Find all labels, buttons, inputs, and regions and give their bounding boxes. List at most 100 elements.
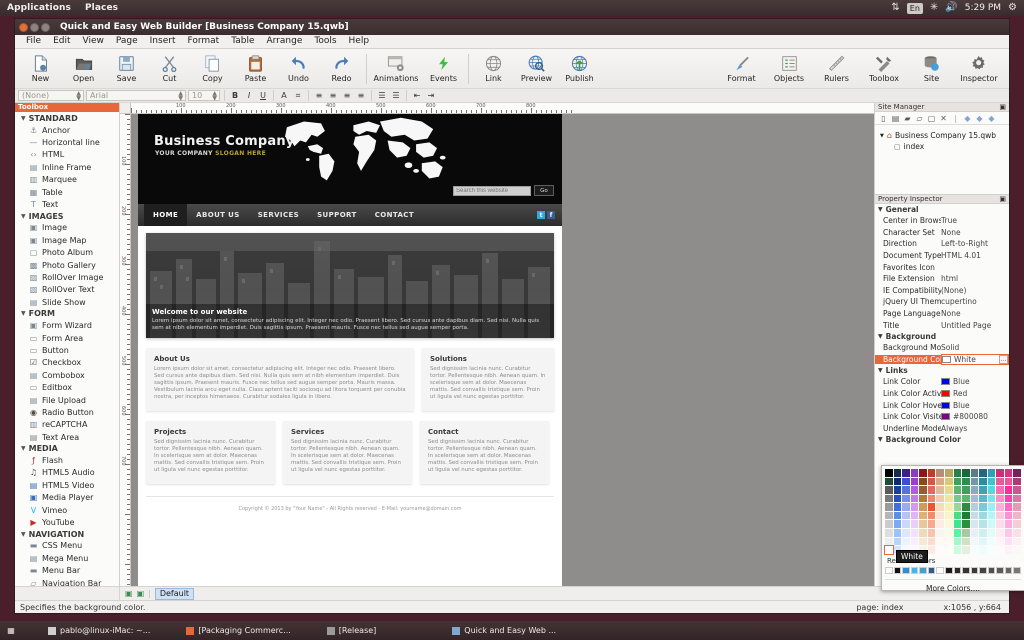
content-card-about-us[interactable]: About UsLorem ipsum dolor sit amet, cons… <box>146 348 414 411</box>
color-swatch[interactable] <box>885 503 893 511</box>
folder-icon[interactable]: ▰ <box>903 114 912 123</box>
toolbar-button-toolbox[interactable]: Toolbox <box>858 51 910 83</box>
color-swatch[interactable] <box>1005 546 1013 554</box>
color-swatch[interactable] <box>1005 512 1013 520</box>
color-swatch[interactable] <box>962 512 970 520</box>
color-swatch[interactable] <box>962 529 970 537</box>
toolbar-button-format[interactable]: Format <box>720 51 763 83</box>
toolbox-item-slide-show[interactable]: ▤Slide Show <box>15 296 119 308</box>
property-row-page-language[interactable]: Page LanguageNone <box>875 308 1009 320</box>
color-swatch[interactable] <box>954 486 962 494</box>
color-swatch[interactable] <box>1005 469 1013 477</box>
color-swatch[interactable] <box>936 503 944 511</box>
color-swatch[interactable] <box>894 512 902 520</box>
color-swatch[interactable] <box>894 538 902 546</box>
toolbox-item-anchor[interactable]: ⚓Anchor <box>15 124 119 136</box>
color-swatch[interactable] <box>945 538 953 546</box>
color-swatch[interactable] <box>988 520 996 528</box>
color-swatch[interactable] <box>1013 538 1021 546</box>
toolbar-button-new[interactable]: New <box>19 51 62 84</box>
style-select[interactable]: (None)▲▼ <box>18 90 84 101</box>
toolbar-button-site[interactable]: Site <box>910 51 953 83</box>
font-size-select[interactable]: 10▲▼ <box>188 90 220 101</box>
twitter-icon[interactable]: t <box>537 211 545 219</box>
property-value[interactable]: cupertino <box>941 297 1009 306</box>
color-swatch[interactable] <box>1005 495 1013 503</box>
taskbar-item[interactable]: [Packaging Commerc... <box>180 626 300 635</box>
color-swatch[interactable] <box>911 538 919 546</box>
add-page-icon[interactable]: ▣ <box>125 589 133 598</box>
color-swatch[interactable] <box>988 486 996 494</box>
property-value[interactable]: Red <box>941 389 1009 398</box>
toolbox-item-form-area[interactable]: ▭Form Area <box>15 332 119 344</box>
align-center-icon[interactable]: ≡ <box>327 90 339 101</box>
toolbox-item-image-map[interactable]: ▣Image Map <box>15 234 119 246</box>
property-value[interactable]: html <box>941 274 1009 283</box>
recent-color-swatch[interactable] <box>936 567 944 575</box>
color-swatch[interactable] <box>885 469 893 477</box>
recent-color-swatch[interactable] <box>885 567 893 575</box>
color-swatch[interactable] <box>988 469 996 477</box>
taskbar-item[interactable]: pablo@linux-iMac: ~... <box>42 626 160 635</box>
color-swatch[interactable] <box>962 546 970 554</box>
property-value[interactable]: Left-to-Right <box>941 239 1009 248</box>
toolbox-item-html[interactable]: ‹›HTML <box>15 149 119 161</box>
tree-child-row[interactable]: ▢ index <box>880 141 1009 152</box>
menu-item-arrange[interactable]: Arrange <box>260 35 308 48</box>
toolbar-button-animations[interactable]: Animations <box>370 51 422 84</box>
close-icon[interactable]: ▣ <box>999 195 1006 203</box>
color-swatch[interactable] <box>962 495 970 503</box>
color-swatch[interactable] <box>919 469 927 477</box>
property-value[interactable]: Blue <box>941 401 1009 410</box>
color-swatch[interactable] <box>928 520 936 528</box>
menu-item-help[interactable]: Help <box>343 35 376 48</box>
property-row-document-type[interactable]: Document TypeHTML 4.01 <box>875 250 1009 262</box>
search-go-button[interactable]: Go <box>534 185 554 196</box>
recent-color-swatch[interactable] <box>988 567 996 575</box>
content-card-contact[interactable]: ContactSed dignissim lacinia nunc. Curab… <box>420 421 549 484</box>
color-swatch[interactable] <box>971 512 979 520</box>
color-swatch[interactable] <box>971 546 979 554</box>
property-section-background-color[interactable]: ▼Background Color <box>875 434 1009 445</box>
toolbox-item-recaptcha[interactable]: ▥reCAPTCHA <box>15 419 119 431</box>
color-swatch[interactable] <box>971 538 979 546</box>
color-swatch[interactable] <box>911 503 919 511</box>
color-swatch[interactable] <box>979 478 987 486</box>
color-swatch[interactable] <box>885 512 893 520</box>
color-swatch[interactable] <box>996 486 1004 494</box>
color-swatch[interactable] <box>919 529 927 537</box>
color-swatch[interactable] <box>996 529 1004 537</box>
toolbox-item-media-player[interactable]: ▣Media Player <box>15 492 119 504</box>
menu-item-page[interactable]: Page <box>110 35 144 48</box>
clock[interactable]: 5:29 PM <box>965 3 1001 13</box>
recent-color-swatch[interactable] <box>954 567 962 575</box>
toolbox-group-form[interactable]: ▼FORM <box>15 308 119 319</box>
color-swatch[interactable] <box>971 486 979 494</box>
property-value[interactable]: True <box>941 216 1009 225</box>
color-swatch[interactable] <box>885 520 893 528</box>
color-swatch[interactable] <box>979 495 987 503</box>
color-grid[interactable] <box>885 469 1021 554</box>
color-swatch[interactable] <box>928 486 936 494</box>
color-swatch[interactable] <box>894 495 902 503</box>
delete-x-icon[interactable]: ✕ <box>939 114 948 123</box>
menu-item-file[interactable]: File <box>20 35 47 48</box>
color-swatch[interactable] <box>919 538 927 546</box>
facebook-icon[interactable]: f <box>547 211 555 219</box>
property-value[interactable]: Blue <box>941 377 1009 386</box>
toolbar-button-objects[interactable]: Objects <box>763 51 815 83</box>
color-swatch[interactable] <box>971 529 979 537</box>
recent-color-swatch[interactable] <box>919 567 927 575</box>
property-row-link-color-visited[interactable]: Link Color Visited#800080 <box>875 411 1009 423</box>
recent-color-swatch[interactable] <box>1005 567 1013 575</box>
color-swatch[interactable] <box>885 546 893 554</box>
minimize-icon[interactable] <box>30 23 39 32</box>
color-swatch[interactable] <box>936 495 944 503</box>
color-swatch[interactable] <box>928 503 936 511</box>
color-swatch[interactable] <box>945 486 953 494</box>
color-swatch[interactable] <box>894 520 902 528</box>
applications-menu[interactable]: Applications <box>0 3 78 13</box>
gear-icon[interactable]: ⚙ <box>1008 3 1017 13</box>
color-swatch[interactable] <box>911 529 919 537</box>
align-right-icon[interactable]: ≡ <box>341 90 353 101</box>
